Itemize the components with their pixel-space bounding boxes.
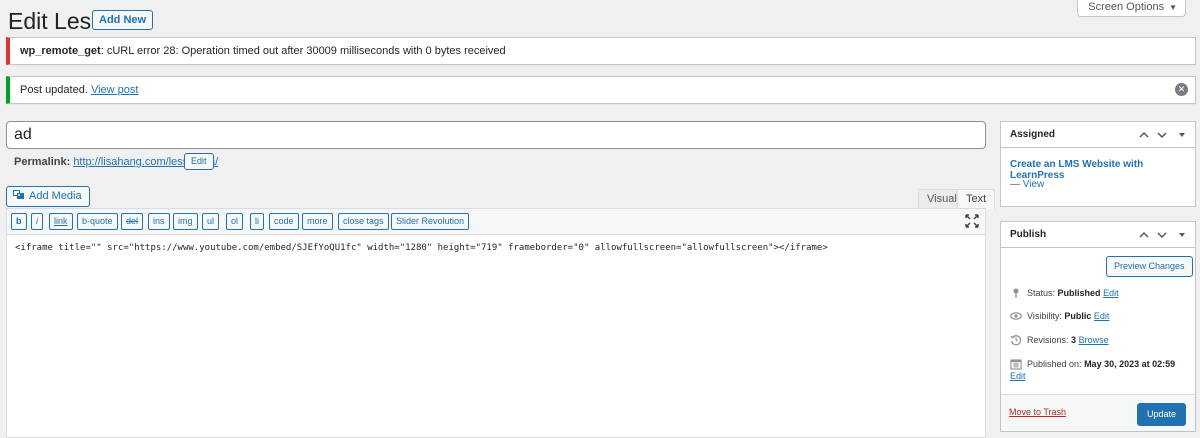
status-row: Status: Published Edit bbox=[1010, 287, 1119, 299]
published-on-edit-link[interactable]: Edit bbox=[1010, 371, 1026, 381]
publish-header: Publish bbox=[1001, 222, 1195, 248]
history-icon bbox=[1010, 335, 1022, 346]
post-title-input[interactable]: ad bbox=[6, 121, 986, 149]
caret-down-icon[interactable] bbox=[1176, 229, 1188, 241]
qt-italic-button[interactable]: i bbox=[31, 213, 43, 230]
publish-title: Publish bbox=[1010, 229, 1047, 240]
visibility-label: Visibility: bbox=[1027, 311, 1062, 321]
assigned-title: Assigned bbox=[1010, 129, 1056, 140]
qt-more-button[interactable]: more bbox=[302, 213, 333, 230]
assigned-header: Assigned bbox=[1001, 122, 1195, 148]
published-on-row: Published on: May 30, 2023 at 02:59 Edit bbox=[1010, 358, 1192, 382]
visibility-edit-link[interactable]: Edit bbox=[1094, 311, 1110, 321]
success-notice: Post updated. View post ✕ bbox=[6, 76, 1196, 104]
tab-text[interactable]: Text bbox=[957, 189, 996, 209]
permalink-label: Permalink: bbox=[14, 156, 71, 168]
qt-li-button[interactable]: li bbox=[250, 213, 264, 230]
caret-down-icon: ▼ bbox=[1169, 3, 1177, 12]
qt-close-tags-button[interactable]: close tags bbox=[338, 213, 389, 230]
qt-code-button[interactable]: code bbox=[269, 213, 299, 230]
chevron-down-icon[interactable] bbox=[1156, 129, 1168, 141]
view-post-link[interactable]: View post bbox=[91, 84, 139, 96]
assigned-view-prefix: — bbox=[1010, 179, 1023, 190]
add-media-label: Add Media bbox=[29, 190, 82, 202]
status-value: Published bbox=[1057, 288, 1101, 298]
fullscreen-icon[interactable] bbox=[965, 214, 979, 228]
qt-ul-button[interactable]: ul bbox=[202, 213, 220, 230]
screen-options-label: Screen Options bbox=[1088, 1, 1165, 13]
qt-ol-button[interactable]: ol bbox=[226, 213, 244, 230]
visibility-value: Public bbox=[1064, 311, 1092, 321]
qt-link-button[interactable]: link bbox=[49, 213, 73, 230]
qt-del-button[interactable]: del bbox=[121, 213, 144, 230]
publish-box: Publish Preview Changes Status: Publishe… bbox=[1000, 221, 1196, 432]
error-message: : cURL error 28: Operation timed out aft… bbox=[100, 45, 506, 57]
add-media-button[interactable]: Add Media bbox=[6, 186, 90, 207]
caret-down-icon[interactable] bbox=[1176, 129, 1188, 141]
assigned-view-row: — View bbox=[1010, 179, 1044, 190]
revisions-value: 3 bbox=[1071, 335, 1077, 345]
calendar-icon bbox=[1010, 359, 1022, 370]
move-to-trash-link[interactable]: Move to Trash bbox=[1009, 407, 1066, 417]
editor-textarea[interactable]: <iframe title="" src="https://www.youtub… bbox=[15, 243, 828, 253]
media-icon bbox=[13, 190, 24, 199]
update-button[interactable]: Update bbox=[1136, 403, 1186, 426]
add-new-button[interactable]: Add New bbox=[92, 10, 154, 30]
eye-icon bbox=[1010, 312, 1022, 320]
published-on-label: Published on: bbox=[1027, 359, 1082, 369]
revisions-label: Revisions: bbox=[1027, 335, 1069, 345]
qt-ins-button[interactable]: ins bbox=[148, 213, 170, 230]
status-edit-link[interactable]: Edit bbox=[1103, 288, 1119, 298]
error-notice: wp_remote_get: cURL error 28: Operation … bbox=[6, 37, 1196, 65]
pin-icon bbox=[1013, 288, 1019, 298]
revisions-browse-link[interactable]: Browse bbox=[1079, 335, 1109, 345]
status-label: Status: bbox=[1027, 288, 1056, 298]
screen-options-button[interactable]: Screen Options ▼ bbox=[1077, 0, 1186, 17]
qt-slider-revolution-button[interactable]: Slider Revolution bbox=[391, 213, 470, 230]
qt-blockquote-button[interactable]: b-quote bbox=[77, 213, 118, 230]
edit-slug-button[interactable]: Edit bbox=[184, 153, 214, 170]
qt-bold-button[interactable]: b bbox=[11, 213, 27, 230]
assigned-box: Assigned Create an LMS Website with Lear… bbox=[1000, 121, 1196, 207]
published-on-value: May 30, 2023 at 02:59 bbox=[1084, 359, 1176, 369]
chevron-up-icon[interactable] bbox=[1138, 229, 1150, 241]
error-code: wp_remote_get bbox=[20, 45, 101, 57]
assigned-view-link[interactable]: View bbox=[1023, 179, 1045, 190]
chevron-up-icon[interactable] bbox=[1138, 129, 1150, 141]
assigned-course-link[interactable]: Create an LMS Website with LearnPress bbox=[1010, 159, 1195, 181]
dismiss-icon[interactable]: ✕ bbox=[1175, 83, 1188, 96]
visibility-row: Visibility: Public Edit bbox=[1010, 310, 1109, 322]
revisions-row: Revisions: 3 Browse bbox=[1010, 334, 1109, 346]
chevron-down-icon[interactable] bbox=[1156, 229, 1168, 241]
preview-changes-button[interactable]: Preview Changes bbox=[1106, 256, 1193, 277]
publish-actions: Move to Trash Update bbox=[1001, 394, 1195, 431]
qt-img-button[interactable]: img bbox=[173, 213, 198, 230]
success-message: Post updated. bbox=[20, 84, 88, 96]
